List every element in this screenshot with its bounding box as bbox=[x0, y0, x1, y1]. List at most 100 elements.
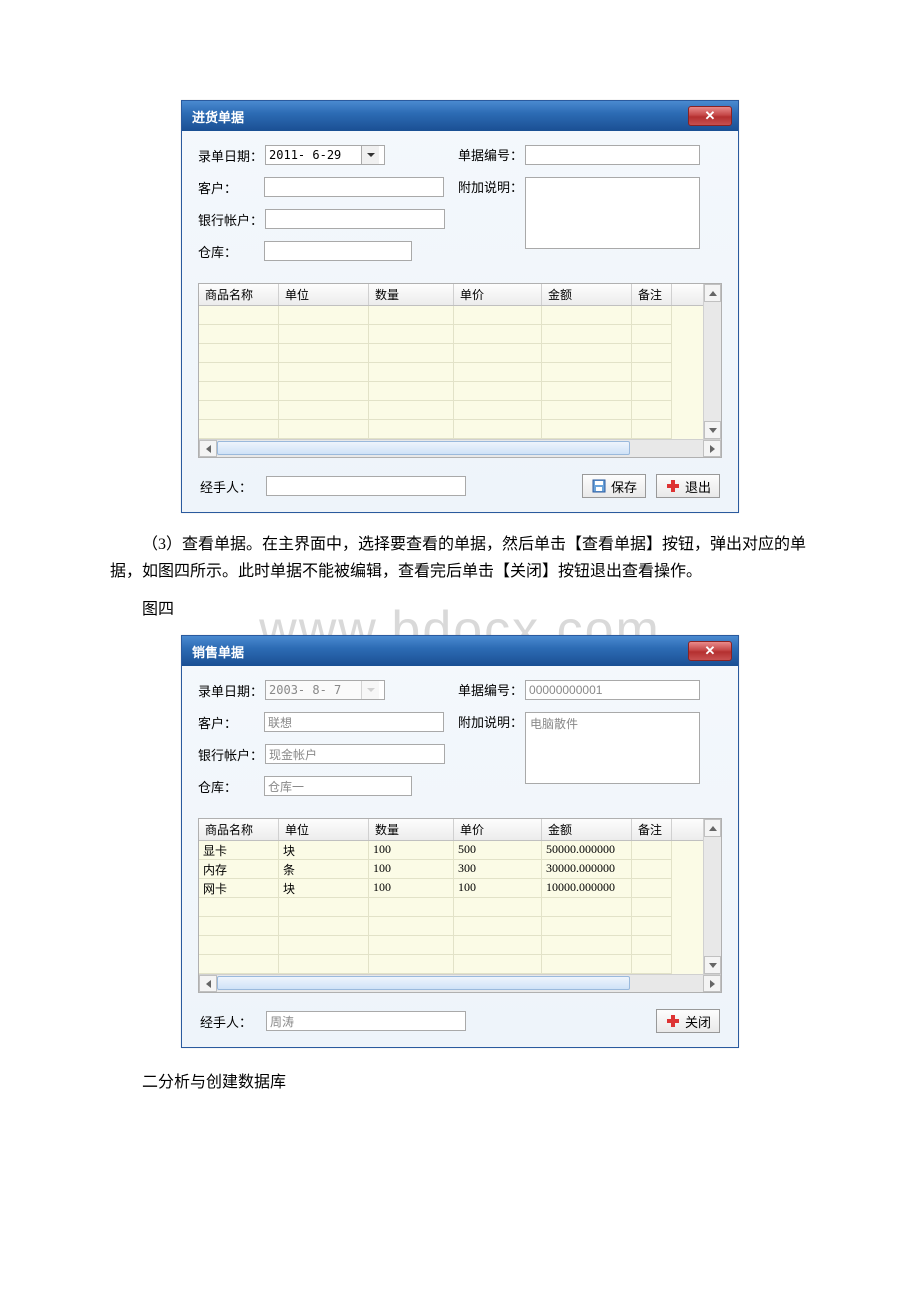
docno-input bbox=[525, 680, 700, 700]
scroll-track[interactable] bbox=[217, 440, 703, 457]
table-cell: 内存 bbox=[199, 860, 279, 879]
table-cell bbox=[454, 898, 542, 917]
chevron-down-icon bbox=[367, 688, 375, 692]
table-cell: 条 bbox=[279, 860, 369, 879]
save-button[interactable]: 保存 bbox=[582, 474, 646, 498]
scroll-down-button[interactable] bbox=[704, 956, 721, 974]
figure-caption: 图四 bbox=[110, 595, 810, 619]
chevron-down-icon bbox=[709, 428, 717, 433]
close-window-button[interactable]: 关闭 bbox=[656, 1009, 720, 1033]
table-cell bbox=[542, 917, 632, 936]
table-cell: 100 bbox=[369, 879, 454, 898]
col-remark[interactable]: 备注 bbox=[632, 284, 672, 305]
col-name[interactable]: 商品名称 bbox=[199, 284, 279, 305]
table-cell bbox=[199, 936, 279, 955]
date-input[interactable] bbox=[266, 146, 361, 164]
table-row: 显卡块10050050000.000000 bbox=[199, 841, 703, 860]
table-cell bbox=[199, 955, 279, 974]
customer-input[interactable] bbox=[264, 177, 444, 197]
label-bank: 银行帐户： bbox=[198, 210, 265, 229]
vertical-scrollbar[interactable] bbox=[703, 284, 721, 439]
table-cell bbox=[369, 917, 454, 936]
scroll-down-button[interactable] bbox=[704, 421, 721, 439]
horizontal-scrollbar[interactable] bbox=[199, 974, 721, 992]
titlebar[interactable]: 进货单据 ✕ bbox=[182, 101, 738, 131]
section-heading: 二分析与创建数据库 bbox=[110, 1068, 810, 1092]
col-price[interactable]: 单价 bbox=[454, 284, 542, 305]
chevron-down-icon bbox=[367, 153, 375, 157]
table-cell bbox=[279, 898, 369, 917]
scroll-thumb[interactable] bbox=[217, 441, 630, 455]
extra-textarea: 电脑散件 bbox=[525, 712, 700, 784]
scroll-right-button[interactable] bbox=[703, 975, 721, 992]
handler-input[interactable] bbox=[266, 476, 466, 496]
window-purchase: 进货单据 ✕ 录单日期： 单据编号： bbox=[181, 100, 739, 513]
label-date: 录单日期： bbox=[198, 146, 265, 165]
col-name: 商品名称 bbox=[199, 819, 279, 840]
col-price: 单价 bbox=[454, 819, 542, 840]
scroll-left-button[interactable] bbox=[199, 975, 217, 992]
grid-header: 商品名称 单位 数量 单价 金额 备注 bbox=[199, 819, 703, 841]
data-grid[interactable]: 商品名称 单位 数量 单价 金额 备注 bbox=[198, 283, 722, 458]
table-cell: 块 bbox=[279, 879, 369, 898]
close-icon: ✕ bbox=[705, 643, 716, 659]
table-cell bbox=[542, 898, 632, 917]
scroll-up-button[interactable] bbox=[704, 284, 721, 302]
table-cell: 100 bbox=[369, 860, 454, 879]
label-warehouse: 仓库： bbox=[198, 242, 264, 261]
table-cell: 块 bbox=[279, 841, 369, 860]
table-row bbox=[199, 936, 703, 955]
window-sales: 销售单据 ✕ 录单日期： 单据编号： bbox=[181, 635, 739, 1048]
warehouse-input[interactable] bbox=[264, 241, 412, 261]
table-row: 内存条10030030000.000000 bbox=[199, 860, 703, 879]
grid-header: 商品名称 单位 数量 单价 金额 备注 bbox=[199, 284, 703, 306]
window-title: 进货单据 bbox=[192, 107, 244, 126]
bank-input[interactable] bbox=[265, 209, 445, 229]
save-label: 保存 bbox=[611, 477, 637, 496]
col-unit: 单位 bbox=[279, 819, 369, 840]
vertical-scrollbar[interactable] bbox=[703, 819, 721, 974]
table-cell bbox=[632, 841, 672, 860]
col-qty[interactable]: 数量 bbox=[369, 284, 454, 305]
table-cell: 10000.000000 bbox=[542, 879, 632, 898]
exit-button[interactable]: 退出 bbox=[656, 474, 720, 498]
close-button[interactable]: ✕ bbox=[688, 106, 732, 126]
table-cell bbox=[454, 955, 542, 974]
table-cell: 300 bbox=[454, 860, 542, 879]
titlebar[interactable]: 销售单据 ✕ bbox=[182, 636, 738, 666]
col-amount[interactable]: 金额 bbox=[542, 284, 632, 305]
table-row bbox=[199, 898, 703, 917]
table-cell: 100 bbox=[454, 879, 542, 898]
scroll-track[interactable] bbox=[704, 837, 721, 956]
scroll-right-button[interactable] bbox=[703, 440, 721, 457]
table-cell: 显卡 bbox=[199, 841, 279, 860]
scroll-left-button[interactable] bbox=[199, 440, 217, 457]
table-cell bbox=[279, 955, 369, 974]
date-dropdown-button[interactable] bbox=[361, 146, 379, 164]
label-extra: 附加说明： bbox=[458, 712, 525, 731]
table-row bbox=[199, 917, 703, 936]
handler-input bbox=[266, 1011, 466, 1031]
col-remark: 备注 bbox=[632, 819, 672, 840]
close-button[interactable]: ✕ bbox=[688, 641, 732, 661]
table-cell bbox=[454, 917, 542, 936]
scroll-up-button[interactable] bbox=[704, 819, 721, 837]
table-cell bbox=[199, 898, 279, 917]
col-amount: 金额 bbox=[542, 819, 632, 840]
scroll-track[interactable] bbox=[704, 302, 721, 421]
chevron-left-icon bbox=[206, 980, 211, 988]
docno-input[interactable] bbox=[525, 145, 700, 165]
close-label: 关闭 bbox=[685, 1012, 711, 1031]
horizontal-scrollbar[interactable] bbox=[199, 439, 721, 457]
table-cell bbox=[199, 917, 279, 936]
label-customer: 客户： bbox=[198, 178, 264, 197]
scroll-thumb[interactable] bbox=[217, 976, 630, 990]
extra-textarea[interactable] bbox=[525, 177, 700, 249]
label-date: 录单日期： bbox=[198, 681, 265, 700]
table-cell: 网卡 bbox=[199, 879, 279, 898]
table-cell bbox=[369, 936, 454, 955]
col-unit[interactable]: 单位 bbox=[279, 284, 369, 305]
date-picker bbox=[265, 680, 385, 700]
date-picker[interactable] bbox=[265, 145, 385, 165]
scroll-track[interactable] bbox=[217, 975, 703, 992]
